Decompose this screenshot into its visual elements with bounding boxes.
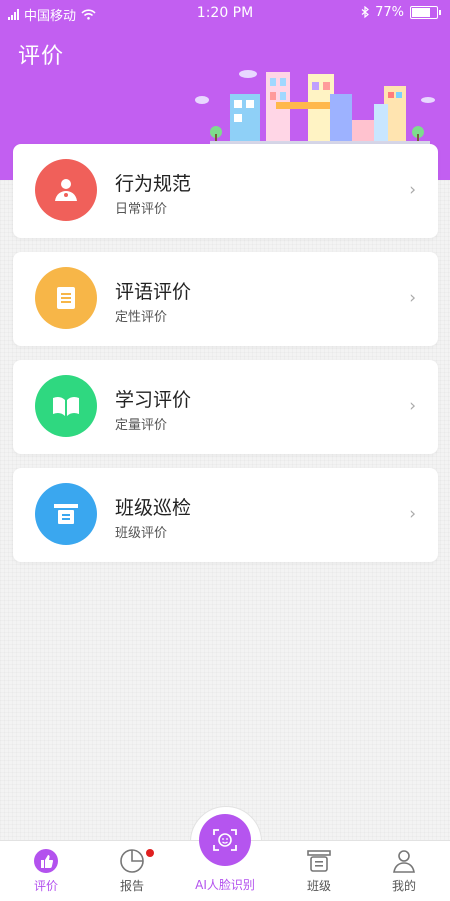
tab-label: AI人脸识别 bbox=[195, 878, 255, 892]
status-bar: 中国移动 1:20 PM 77% bbox=[0, 0, 450, 26]
card-learning-evaluation[interactable]: 学习评价 定量评价 › bbox=[13, 360, 438, 454]
card-subtitle: 日常评价 bbox=[115, 202, 168, 217]
notification-badge bbox=[146, 849, 154, 857]
page-title: 评价 bbox=[18, 44, 65, 69]
tab-mine[interactable]: 我的 bbox=[364, 841, 444, 901]
face-scan-icon bbox=[213, 829, 237, 851]
card-subtitle: 定量评价 bbox=[115, 418, 168, 433]
chevron-right-icon: › bbox=[409, 396, 416, 416]
person-badge-icon bbox=[35, 159, 97, 221]
card-subtitle: 班级评价 bbox=[115, 526, 168, 541]
card-comment-evaluation[interactable]: 评语评价 定性评价 › bbox=[13, 252, 438, 346]
chevron-right-icon: › bbox=[409, 180, 416, 200]
thumbs-up-icon bbox=[33, 848, 59, 878]
tab-label: 报告 bbox=[119, 879, 144, 893]
tab-label: 评价 bbox=[33, 879, 58, 893]
ai-face-recognition-button[interactable] bbox=[199, 814, 251, 866]
book-icon bbox=[35, 375, 97, 437]
class-sign-icon bbox=[306, 848, 332, 878]
document-icon bbox=[35, 267, 97, 329]
chevron-right-icon: › bbox=[409, 504, 416, 524]
bluetooth-icon bbox=[361, 6, 370, 19]
tab-evaluation[interactable]: 评价 bbox=[6, 841, 86, 901]
battery-percent: 77% bbox=[375, 5, 404, 20]
tab-label: 我的 bbox=[391, 879, 416, 893]
user-icon bbox=[391, 848, 417, 878]
card-title: 行为规范 bbox=[115, 173, 192, 195]
class-sign-icon bbox=[35, 483, 97, 545]
battery-icon bbox=[410, 6, 441, 19]
card-behavior-norms[interactable]: 行为规范 日常评价 › bbox=[13, 144, 438, 238]
pie-chart-icon bbox=[119, 848, 145, 878]
tab-label: 班级 bbox=[306, 879, 331, 893]
city-illustration bbox=[195, 70, 435, 144]
card-title: 班级巡检 bbox=[115, 497, 192, 519]
tab-class[interactable]: 班级 bbox=[279, 841, 359, 901]
chevron-right-icon: › bbox=[409, 288, 416, 308]
card-subtitle: 定性评价 bbox=[115, 310, 168, 325]
tab-report[interactable]: 报告 bbox=[92, 841, 172, 901]
card-title: 学习评价 bbox=[115, 389, 192, 411]
card-class-inspection[interactable]: 班级巡检 班级评价 › bbox=[13, 468, 438, 562]
card-title: 评语评价 bbox=[115, 281, 192, 303]
